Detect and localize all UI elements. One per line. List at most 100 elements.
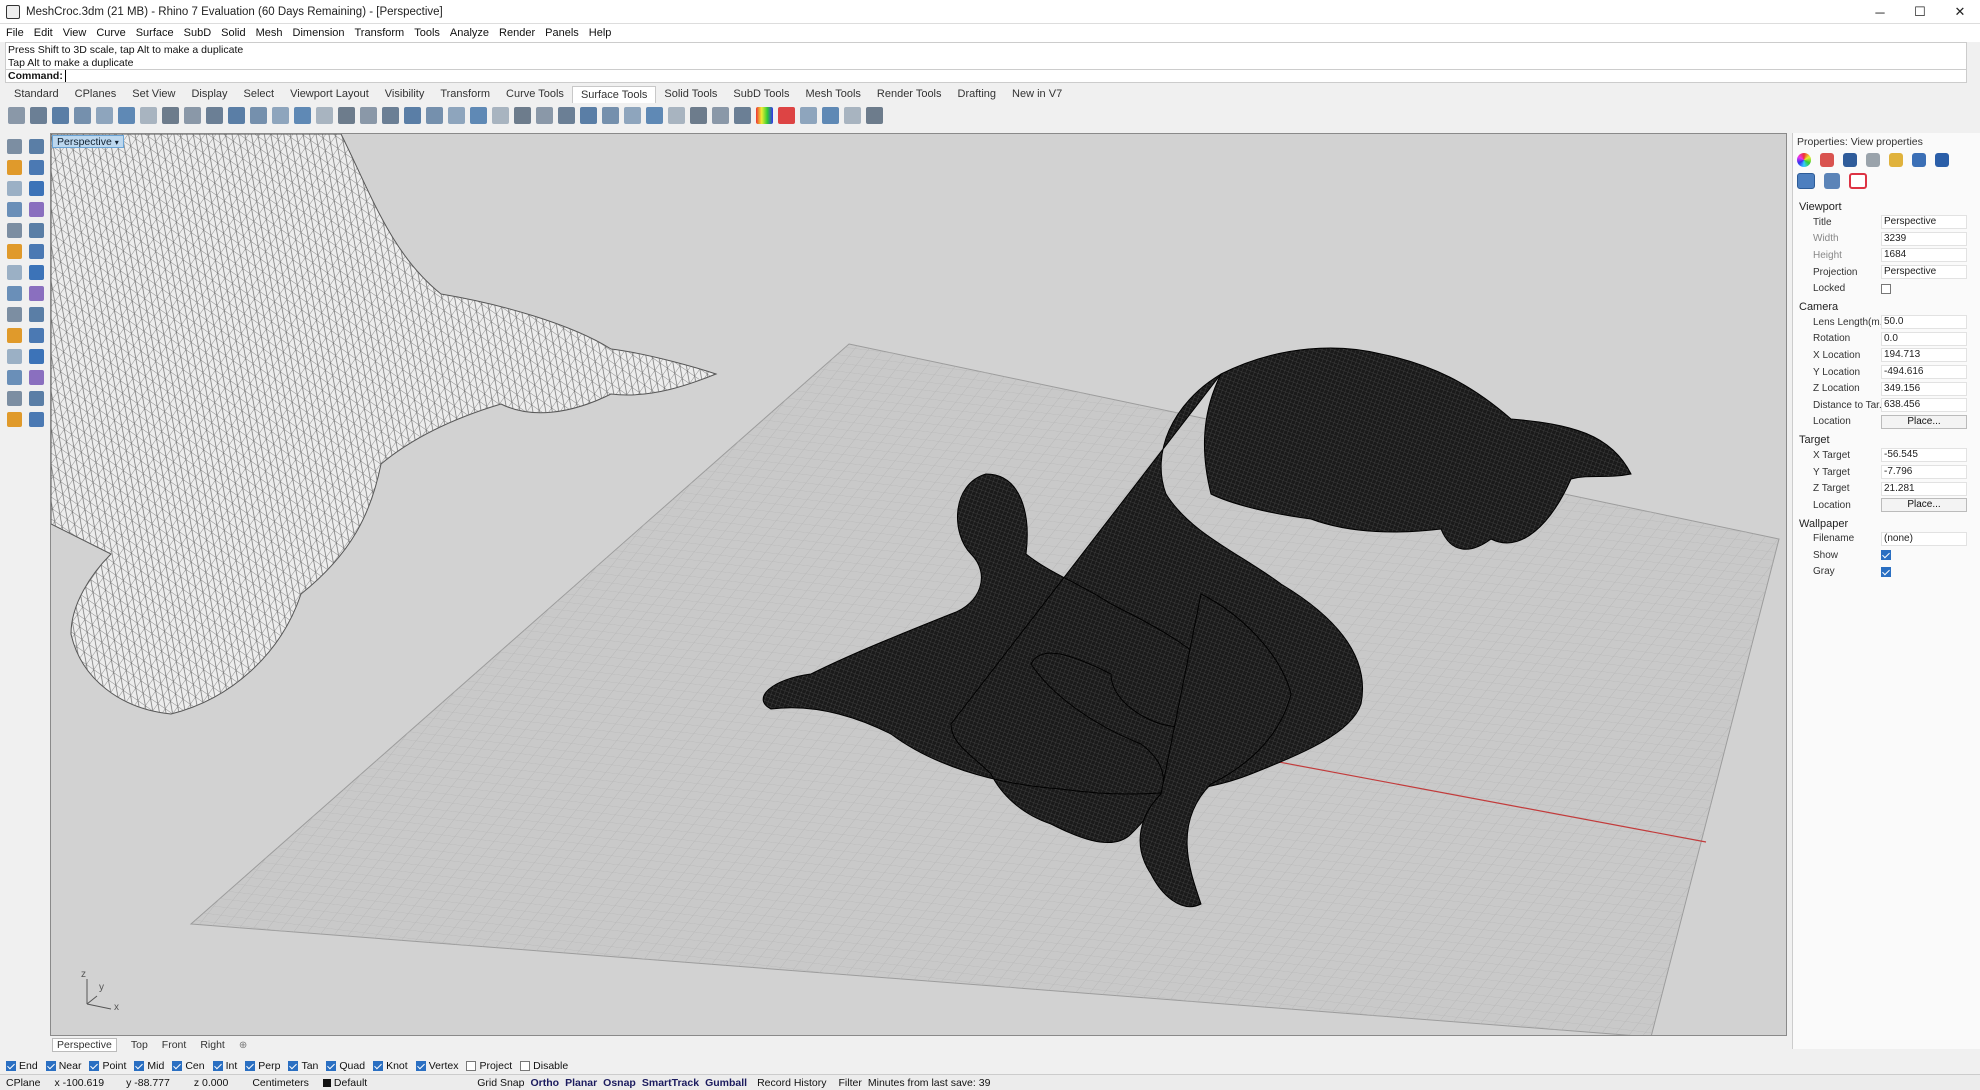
surface-tool-icon[interactable] (866, 106, 883, 124)
checkbox-icon[interactable] (45, 1060, 56, 1071)
viewport-tab-front[interactable]: Front (162, 1039, 187, 1051)
osnap-vertex[interactable]: Vertex (415, 1060, 458, 1072)
display-icon[interactable] (1912, 153, 1926, 167)
menu-edit[interactable]: Edit (34, 27, 53, 39)
smarttrack-toggle[interactable]: SmartTrack (642, 1077, 699, 1089)
checkbox-icon[interactable] (326, 1060, 337, 1071)
tab-viewport-layout[interactable]: Viewport Layout (282, 86, 377, 103)
surface-tool-icon[interactable] (140, 106, 157, 124)
camera-icon[interactable] (1797, 173, 1815, 189)
tab-mesh-tools[interactable]: Mesh Tools (797, 86, 868, 103)
property-value[interactable]: -56.545 (1881, 448, 1967, 463)
osnap-perp[interactable]: Perp (245, 1060, 280, 1072)
surface-tool-icon[interactable] (800, 106, 817, 124)
tab-curve-tools[interactable]: Curve Tools (498, 86, 572, 103)
checkbox-icon[interactable] (373, 1060, 384, 1071)
tab-solid-tools[interactable]: Solid Tools (656, 86, 725, 103)
sidebar-tool-icon[interactable] (29, 370, 44, 385)
checkbox-icon[interactable] (245, 1060, 256, 1071)
menu-render[interactable]: Render (499, 27, 535, 39)
menu-analyze[interactable]: Analyze (450, 27, 489, 39)
sidebar-tool-icon[interactable] (7, 412, 22, 427)
sidebar-tool-icon[interactable] (29, 307, 44, 322)
surface-tool-icon[interactable] (536, 106, 553, 124)
tab-select[interactable]: Select (236, 86, 283, 103)
menu-help[interactable]: Help (589, 27, 612, 39)
sidebar-tool-icon[interactable] (29, 412, 44, 427)
sidebar-tool-icon[interactable] (7, 391, 22, 406)
property-value[interactable]: (none) (1881, 531, 1967, 546)
menu-transform[interactable]: Transform (355, 27, 405, 39)
property-value[interactable]: Perspective (1881, 265, 1967, 280)
property-value[interactable]: 349.156 (1881, 381, 1967, 396)
tab-cplanes[interactable]: CPlanes (67, 86, 125, 103)
osnap-toggle[interactable]: Osnap (603, 1077, 636, 1089)
surface-tool-icon[interactable] (8, 106, 25, 124)
surface-tool-icon[interactable] (338, 106, 355, 124)
surface-tool-icon[interactable] (470, 106, 487, 124)
surface-tool-icon[interactable] (558, 106, 575, 124)
color-wheel-icon[interactable] (1797, 153, 1811, 167)
surface-tool-icon[interactable] (602, 106, 619, 124)
layer-label[interactable]: Default (334, 1077, 367, 1089)
gray-checkbox[interactable] (1881, 566, 1891, 577)
checkbox-icon[interactable] (415, 1060, 426, 1071)
tab-standard[interactable]: Standard (6, 86, 67, 103)
checkbox-icon[interactable] (520, 1060, 531, 1071)
place-button[interactable]: Place... (1881, 414, 1967, 429)
sidebar-tool-icon[interactable] (7, 265, 22, 280)
sidebar-tool-icon[interactable] (7, 181, 22, 196)
surface-tool-icon[interactable] (514, 106, 531, 124)
gumball-toggle[interactable]: Gumball (705, 1077, 747, 1089)
surface-tool-icon[interactable] (316, 106, 333, 124)
sidebar-tool-icon[interactable] (29, 139, 44, 154)
checkbox-icon[interactable] (89, 1060, 100, 1071)
checkbox-icon[interactable] (172, 1060, 183, 1071)
surface-tool-icon[interactable] (272, 106, 289, 124)
material-icon[interactable] (1820, 153, 1834, 167)
surface-tool-icon[interactable] (404, 106, 421, 124)
surface-tool-icon[interactable] (52, 106, 69, 124)
sidebar-tool-icon[interactable] (29, 286, 44, 301)
viewport-title-tab[interactable]: Perspective ▾ (52, 135, 124, 148)
checkbox-icon[interactable] (288, 1060, 299, 1071)
show-checkbox[interactable] (1881, 550, 1891, 561)
sidebar-tool-icon[interactable] (29, 181, 44, 196)
property-value[interactable]: 194.713 (1881, 348, 1967, 363)
surface-tool-icon[interactable] (756, 106, 773, 124)
surface-tool-icon[interactable] (294, 106, 311, 124)
surface-tool-icon[interactable] (668, 106, 685, 124)
osnap-int[interactable]: Int (212, 1060, 237, 1072)
grid-snap-toggle[interactable]: Grid Snap (477, 1077, 524, 1089)
surface-tool-icon[interactable] (844, 106, 861, 124)
sidebar-tool-icon[interactable] (7, 328, 22, 343)
sidebar-tool-icon[interactable] (7, 223, 22, 238)
menu-panels[interactable]: Panels (545, 27, 579, 39)
sidebar-tool-icon[interactable] (7, 202, 22, 217)
tab-render-tools[interactable]: Render Tools (869, 86, 950, 103)
close-button[interactable]: ✕ (1940, 0, 1980, 24)
osnap-knot[interactable]: Knot (373, 1060, 408, 1072)
tab-transform[interactable]: Transform (432, 86, 498, 103)
surface-tool-icon[interactable] (228, 106, 245, 124)
command-input[interactable]: Command: (5, 69, 1967, 83)
viewport-tab-perspective[interactable]: Perspective (52, 1038, 117, 1052)
menu-subd[interactable]: SubD (184, 27, 212, 39)
sidebar-tool-icon[interactable] (7, 349, 22, 364)
checkbox-icon[interactable] (6, 1060, 16, 1071)
minimize-button[interactable]: ─ (1860, 0, 1900, 24)
property-value[interactable]: 0.0 (1881, 331, 1967, 346)
sidebar-tool-icon[interactable] (29, 244, 44, 259)
osnap-end[interactable]: End (6, 1060, 38, 1072)
sidebar-tool-icon[interactable] (29, 223, 44, 238)
viewport-tab-top[interactable]: Top (131, 1039, 148, 1051)
menu-curve[interactable]: Curve (96, 27, 125, 39)
menu-surface[interactable]: Surface (136, 27, 174, 39)
osnap-near[interactable]: Near (45, 1060, 81, 1072)
ortho-toggle[interactable]: Ortho (530, 1077, 559, 1089)
osnap-quad[interactable]: Quad (326, 1060, 365, 1072)
osnap-project[interactable]: Project (466, 1060, 512, 1072)
tab-visibility[interactable]: Visibility (377, 86, 433, 103)
viewport-tab-right[interactable]: Right (200, 1039, 225, 1051)
folder-icon[interactable] (1889, 153, 1903, 167)
